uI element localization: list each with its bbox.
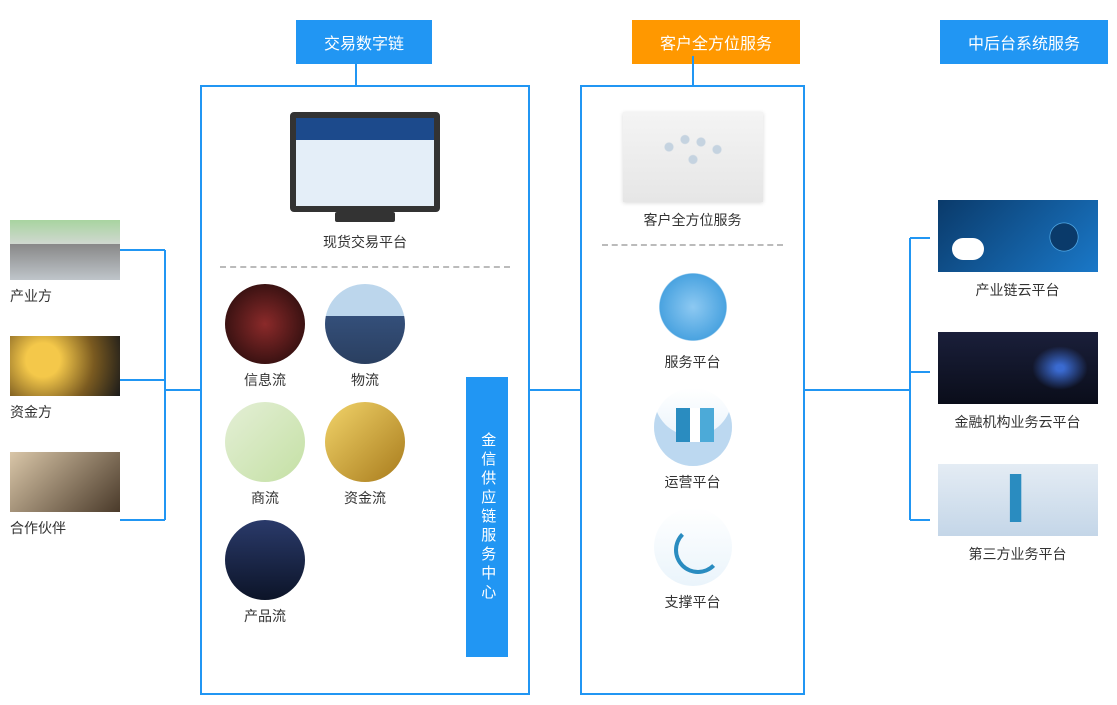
support-platform-icon [654,508,732,586]
commerce-flow-icon [225,402,305,482]
vertical-bar-label: 金信供应链服务中心 [466,377,508,657]
service-platform-label: 服务平台 [654,352,732,372]
flow-grid: 信息流 物流 商流 资金流 产品流 [220,284,420,626]
ops-platform-icon [654,388,732,466]
flow-cell-product: 产品流 [220,520,310,626]
header-trade: 交易数字链 [296,20,432,64]
customer-box: 客户全方位服务 服务平台 运营平台 支撑平台 [580,85,805,695]
trade-top-caption: 现货交易平台 [220,232,510,252]
header-customer: 客户全方位服务 [632,20,800,64]
ops-platform-label: 运营平台 [654,472,732,492]
info-flow-label: 信息流 [220,370,310,390]
product-flow-icon [225,520,305,600]
header-backoffice: 中后台系统服务 [940,20,1108,64]
cash-flow-icon [325,402,405,482]
divider [602,244,783,246]
thirdparty-image [938,464,1098,536]
customer-top-image [623,112,763,202]
info-flow-icon [225,284,305,364]
left-item-partner: 合作伙伴 [10,452,130,538]
cash-flow-label: 资金流 [320,488,410,508]
platform-support: 支撑平台 [654,508,732,612]
trade-box: 现货交易平台 信息流 物流 商流 资金流 产品流 金信供应链服务中心 [200,85,530,695]
fin-cloud-image [938,332,1098,404]
customer-top: 客户全方位服务 [602,112,783,230]
thirdparty-label: 第三方业务平台 [930,544,1105,564]
flow-cell-info: 信息流 [220,284,310,390]
left-item-industry: 产业方 [10,220,130,306]
capital-label: 资金方 [10,402,130,422]
right-item-fin-cloud: 金融机构业务云平台 [930,332,1105,432]
logistics-flow-label: 物流 [320,370,410,390]
industry-image [10,220,120,280]
customer-grid: 服务平台 运营平台 支撑平台 [602,268,783,612]
fin-cloud-label: 金融机构业务云平台 [930,412,1105,432]
industry-cloud-image [938,200,1098,272]
product-flow-label: 产品流 [220,606,310,626]
right-item-thirdparty: 第三方业务平台 [930,464,1105,564]
customer-top-caption: 客户全方位服务 [602,210,783,230]
left-item-capital: 资金方 [10,336,130,422]
commerce-flow-label: 商流 [220,488,310,508]
right-item-industry-cloud: 产业链云平台 [930,200,1105,300]
capital-image [10,336,120,396]
logistics-flow-icon [325,284,405,364]
right-column: 产业链云平台 金融机构业务云平台 第三方业务平台 [930,200,1105,596]
divider [220,266,510,268]
flow-cell-logistics: 物流 [320,284,410,390]
left-column: 产业方 资金方 合作伙伴 [10,220,130,568]
flow-cell-cashflow: 资金流 [320,402,410,508]
platform-service: 服务平台 [654,268,732,372]
partner-image [10,452,120,512]
industry-cloud-label: 产业链云平台 [930,280,1105,300]
partner-label: 合作伙伴 [10,518,130,538]
flow-cell-commerce: 商流 [220,402,310,508]
monitor-image [290,112,440,212]
platform-ops: 运营平台 [654,388,732,492]
support-platform-label: 支撑平台 [654,592,732,612]
service-platform-icon [654,268,732,346]
industry-label: 产业方 [10,286,130,306]
